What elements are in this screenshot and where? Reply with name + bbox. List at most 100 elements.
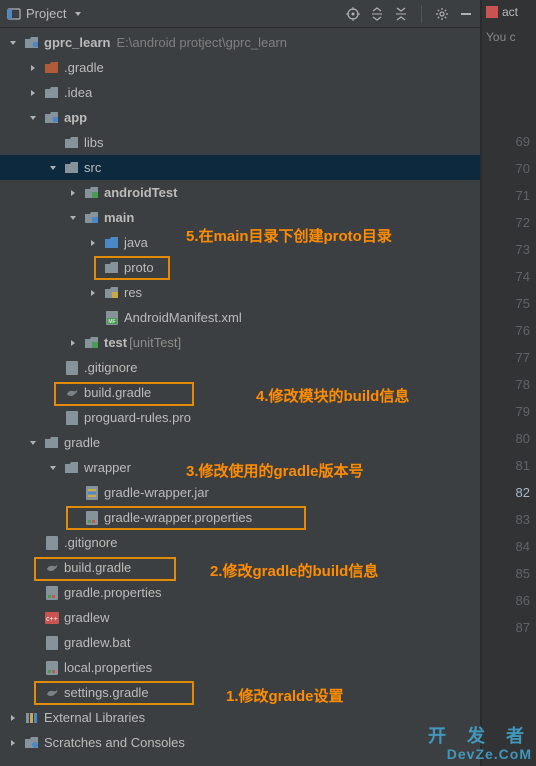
gradle-file-icon (64, 385, 80, 401)
module-icon (24, 35, 40, 51)
tree-node-idea[interactable]: .idea (0, 80, 480, 105)
tree-node-wrapper-jar[interactable]: gradle-wrapper.jar (0, 480, 480, 505)
project-view-icon (6, 6, 22, 22)
chevron-right-icon[interactable] (6, 736, 20, 750)
node-label: settings.gradle (64, 685, 149, 700)
editor-tab[interactable]: act (482, 0, 536, 24)
tree-node-src[interactable]: src (0, 155, 480, 180)
tree-node-wrapper[interactable]: wrapper (0, 455, 480, 480)
chevron-down-icon[interactable] (26, 111, 40, 125)
chevron-down-icon[interactable] (26, 436, 40, 450)
node-label: wrapper (84, 460, 131, 475)
root-label: gprc_learn (44, 35, 110, 50)
node-label: src (84, 160, 101, 175)
folder-resource-icon (104, 285, 120, 301)
folder-icon (44, 435, 60, 451)
gear-icon[interactable] (434, 6, 450, 22)
collapse-all-icon[interactable] (393, 6, 409, 22)
tree-node-manifest[interactable]: MF AndroidManifest.xml (0, 305, 480, 330)
editor-hint: You c (482, 24, 536, 50)
manifest-file-icon: MF (104, 310, 120, 326)
tree-node-gradle-dir[interactable]: .gradle (0, 55, 480, 80)
tab-label: act (502, 5, 518, 19)
file-icon (64, 360, 80, 376)
tree-node-androidtest[interactable]: androidTest (0, 180, 480, 205)
tree-node-settings-gradle[interactable]: settings.gradle (0, 680, 480, 705)
chevron-down-icon[interactable] (46, 461, 60, 475)
jar-file-icon (84, 485, 100, 501)
node-label: libs (84, 135, 104, 150)
props-file-icon (44, 660, 60, 676)
tree-node-res[interactable]: res (0, 280, 480, 305)
tree-node-gradle[interactable]: gradle (0, 430, 480, 455)
tree-node-build-gradle-app[interactable]: build.gradle (0, 380, 480, 405)
folder-excluded-icon (44, 60, 60, 76)
chevron-right-icon[interactable] (6, 711, 20, 725)
node-label: .gitignore (84, 360, 137, 375)
node-label: local.properties (64, 660, 152, 675)
chevron-down-icon[interactable] (6, 36, 20, 50)
tree-node-gradlew-bat[interactable]: gradlew.bat (0, 630, 480, 655)
expand-all-icon[interactable] (369, 6, 385, 22)
folder-icon (104, 260, 120, 276)
tree-node-scratches[interactable]: Scratches and Consoles (0, 730, 480, 755)
tree-node-app[interactable]: app (0, 105, 480, 130)
tree-node-test[interactable]: test [unitTest] (0, 330, 480, 355)
node-label: app (64, 110, 87, 125)
svg-text:MF: MF (108, 319, 115, 325)
cpp-file-icon: c++ (44, 610, 60, 626)
node-label: External Libraries (44, 710, 145, 725)
tree-node-proto[interactable]: proto (0, 255, 480, 280)
folder-icon (44, 85, 60, 101)
tree-node-proguard[interactable]: proguard-rules.pro (0, 405, 480, 430)
chevron-right-icon[interactable] (86, 236, 100, 250)
dropdown-arrow-icon[interactable] (70, 6, 86, 22)
tree-node-local-props[interactable]: local.properties (0, 655, 480, 680)
node-label: proguard-rules.pro (84, 410, 191, 425)
tree-node-java[interactable]: java (0, 230, 480, 255)
tree-root[interactable]: gprc_learn E:\android protject\gprc_lear… (0, 30, 480, 55)
node-label: gradle-wrapper.properties (104, 510, 252, 525)
chevron-down-icon[interactable] (46, 161, 60, 175)
file-icon (64, 410, 80, 426)
tree-node-gitignore-root[interactable]: .gitignore (0, 530, 480, 555)
folder-icon (64, 160, 80, 176)
target-icon[interactable] (345, 6, 361, 22)
folder-icon (64, 460, 80, 476)
node-label: .gitignore (64, 535, 117, 550)
file-icon (44, 635, 60, 651)
chevron-right-icon[interactable] (66, 336, 80, 350)
chevron-right-icon[interactable] (86, 286, 100, 300)
node-label: build.gradle (64, 560, 131, 575)
tree-node-wrapper-props[interactable]: gradle-wrapper.properties (0, 505, 480, 530)
line-gutter: 69707172737475767778798081828384858687 (482, 50, 536, 641)
chevron-right-icon[interactable] (26, 86, 40, 100)
node-label: .gradle (64, 60, 104, 75)
folder-source-icon (84, 210, 100, 226)
chevron-right-icon[interactable] (66, 186, 80, 200)
tree-node-gitignore-app[interactable]: .gitignore (0, 355, 480, 380)
node-label: gradlew (64, 610, 110, 625)
hide-icon[interactable] (458, 6, 474, 22)
tree-node-build-gradle-root[interactable]: build.gradle (0, 555, 480, 580)
scratches-icon (24, 735, 40, 751)
tree-node-main[interactable]: main (0, 205, 480, 230)
chevron-right-icon[interactable] (26, 61, 40, 75)
node-label: .idea (64, 85, 92, 100)
props-file-icon (84, 510, 100, 526)
gradle-file-icon (44, 685, 60, 701)
node-label: Scratches and Consoles (44, 735, 185, 750)
node-label: AndroidManifest.xml (124, 310, 242, 325)
kotlin-file-icon (486, 6, 498, 18)
project-view-label[interactable]: Project (26, 6, 66, 21)
node-label: java (124, 235, 148, 250)
node-label: res (124, 285, 142, 300)
separator (421, 5, 422, 23)
chevron-down-icon[interactable] (66, 211, 80, 225)
tree-node-gradle-props[interactable]: gradle.properties (0, 580, 480, 605)
tree-node-gradlew[interactable]: c++ gradlew (0, 605, 480, 630)
tree-node-external-libs[interactable]: External Libraries (0, 705, 480, 730)
project-tree[interactable]: gprc_learn E:\android protject\gprc_lear… (0, 28, 480, 755)
tree-node-libs[interactable]: libs (0, 130, 480, 155)
folder-test-icon (84, 185, 100, 201)
